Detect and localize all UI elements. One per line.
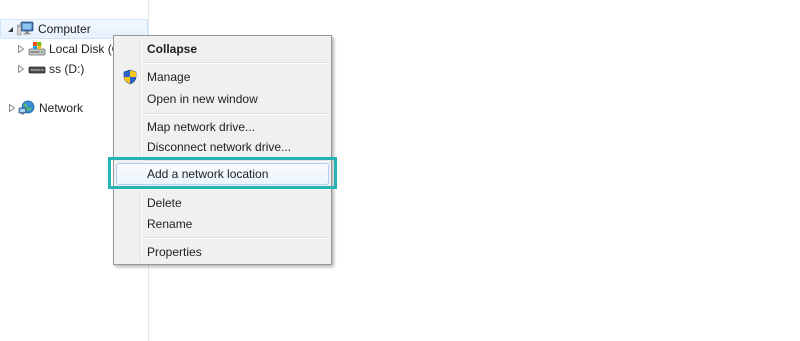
drive-icon [28,61,46,77]
menu-item-label: Collapse [147,42,198,56]
menu-item-label: Open in new window [147,92,258,106]
expand-arrow-icon[interactable] [6,26,14,33]
menu-item-properties[interactable]: Properties [116,241,329,263]
menu-item-label: Manage [147,70,191,84]
context-menu: Collapse Manage Open in new window Map n… [113,35,332,265]
menu-separator [144,113,329,115]
menu-item-disconnect-network-drive[interactable]: Disconnect network drive... [116,136,329,158]
explorer-window: Computer Local Disk (C:) ss (D:) Network… [0,0,800,341]
menu-item-collapse[interactable]: Collapse [116,38,329,60]
computer-icon [17,21,35,37]
menu-item-map-network-drive[interactable]: Map network drive... [116,116,329,138]
expand-arrow-icon[interactable] [18,65,24,73]
menu-item-rename[interactable]: Rename [116,213,329,235]
menu-separator [144,237,329,239]
expand-arrow-icon[interactable] [9,104,15,112]
menu-item-open-new-window[interactable]: Open in new window [116,88,329,110]
tree-label-network: Network [39,101,84,115]
expand-arrow-icon[interactable] [18,45,24,53]
tree-label-ss-drive: ss (D:) [49,62,85,76]
tree-label-computer: Computer [38,22,91,36]
network-icon [18,100,36,116]
drive-icon [28,41,46,57]
highlight-box [108,157,337,189]
menu-item-label: Delete [147,196,182,210]
menu-item-label: Rename [147,217,193,231]
menu-item-delete[interactable]: Delete [116,192,329,214]
menu-separator [144,62,329,64]
shield-icon [122,69,138,85]
menu-item-manage[interactable]: Manage [116,66,329,88]
menu-item-label: Disconnect network drive... [147,140,292,154]
menu-item-label: Properties [147,245,202,259]
menu-item-label: Map network drive... [147,120,256,134]
